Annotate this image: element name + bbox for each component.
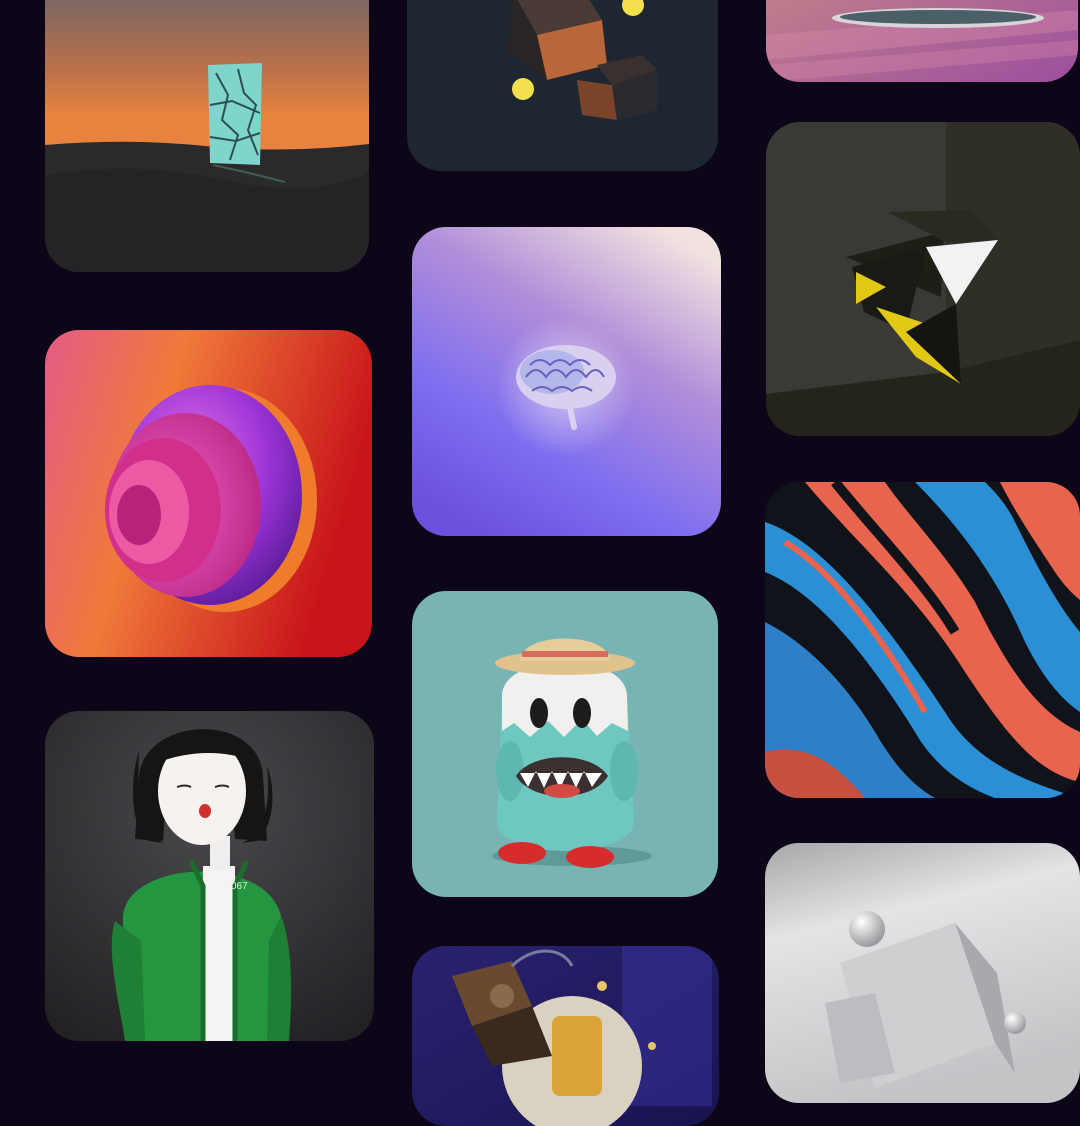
artwork-card-desert[interactable] [45,0,369,272]
floating-cubes-artwork [407,0,718,171]
pool-scene-artwork [766,0,1078,82]
girl-green-jacket-artwork: 067 [45,711,374,1041]
white-shapes-artwork [765,843,1080,1103]
fluid-paint-artwork [765,482,1080,798]
yellow-origami-artwork [766,122,1080,436]
artwork-card-swirl[interactable] [45,330,372,657]
mirror-monolith-desert-artwork [45,0,369,272]
artwork-card-pool[interactable] [766,0,1078,82]
mechanical-robot-artwork [412,946,719,1126]
artwork-card-marble[interactable] [765,843,1080,1103]
purple-swirl-artwork [45,330,372,657]
artwork-card-cubes[interactable] [407,0,718,171]
artwork-gallery: 067 [0,0,1080,1126]
artwork-card-robot[interactable] [412,946,719,1126]
artwork-card-paint[interactable] [765,482,1080,798]
artwork-card-girl[interactable]: 067 [45,711,374,1041]
jacket-number-text: 067 [231,881,248,892]
artwork-card-monster[interactable] [412,591,718,897]
artwork-card-brain[interactable] [412,227,721,536]
artwork-card-origami[interactable] [766,122,1080,436]
glowing-brain-artwork [412,227,721,536]
hat-monster-artwork [412,591,718,897]
